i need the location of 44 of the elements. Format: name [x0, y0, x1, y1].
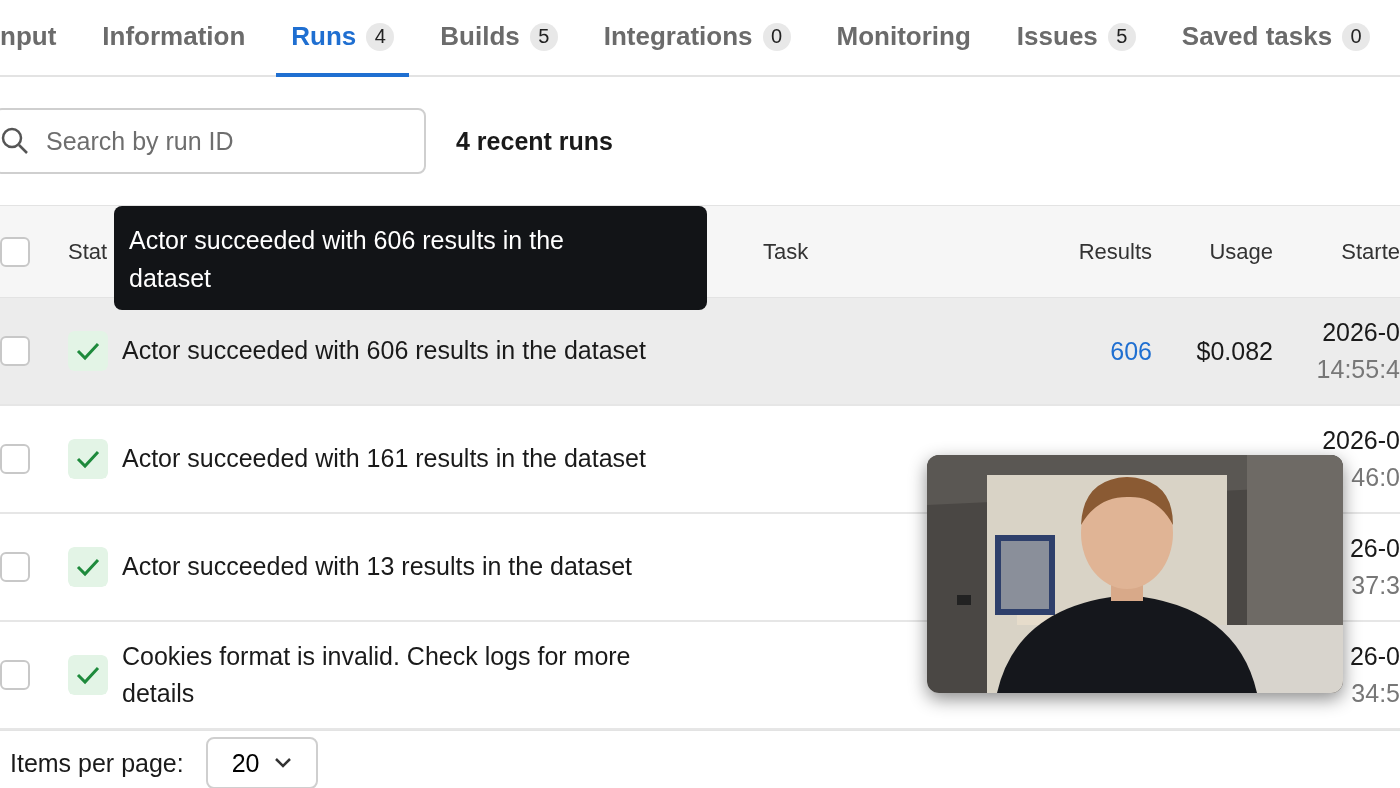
checkbox[interactable] — [0, 336, 30, 366]
run-count: 4 recent runs — [456, 126, 613, 156]
results-link[interactable]: 606 — [1110, 336, 1152, 365]
usage-cost: $0.082 — [1196, 336, 1273, 365]
status-message: Actor succeeded with 161 results in the dataset — [122, 443, 646, 475]
search-field[interactable]: Search by run ID — [0, 108, 426, 174]
page-size-dropdown[interactable]: 20 — [205, 737, 318, 788]
checkbox[interactable] — [0, 444, 30, 474]
count-badge: 5 — [529, 22, 558, 51]
count-badge: 5 — [1107, 22, 1136, 51]
checkbox[interactable] — [0, 660, 30, 690]
tab[interactable]: nput — [0, 0, 72, 77]
start-time: 14:55:4 — [1316, 354, 1400, 385]
search-icon — [1, 127, 29, 155]
count-badge: 0 — [1342, 22, 1371, 51]
tab[interactable]: Integrations 0 — [588, 0, 806, 77]
start-date: 2026-0 — [1322, 424, 1400, 456]
checkbox[interactable] — [0, 552, 30, 582]
start-time: 37:3 — [1351, 570, 1400, 601]
column-header: Starte — [1341, 238, 1400, 265]
column-header: Usage — [1209, 238, 1273, 265]
start-time: 34:5 — [1351, 678, 1400, 709]
start-time: 46:0 — [1351, 462, 1400, 493]
tab[interactable]: Builds 5 — [425, 0, 573, 77]
tooltip: Actor succeeded with 606 results in the dataset — [114, 206, 707, 310]
tab[interactable]: Issues 5 — [1001, 0, 1151, 77]
tab[interactable]: Saved tasks 0 — [1166, 0, 1386, 77]
status-message: Cookies format is invalid. Check logs for more details — [122, 640, 632, 709]
start-date: 2026-0 — [1322, 316, 1400, 348]
items-per-page-label: Items per page: — [10, 748, 184, 778]
count-badge: 0 — [762, 22, 791, 51]
column-header: Results — [1078, 238, 1152, 265]
column-header: Stat — [68, 238, 108, 265]
tab[interactable]: Information — [87, 0, 261, 77]
start-date: 26-0 — [1349, 532, 1400, 564]
tab[interactable]: Runs 4 — [276, 0, 410, 77]
caret-icon — [273, 757, 292, 769]
start-date: 26-0 — [1349, 640, 1400, 672]
tab[interactable]: Monitoring — [821, 0, 986, 77]
count-badge: 4 — [366, 22, 395, 51]
status-message: Actor succeeded with 606 results in the dataset — [122, 335, 646, 367]
checkbox[interactable] — [0, 236, 30, 267]
column-header: Task — [763, 238, 809, 265]
status-message: Actor succeeded with 13 results in the dataset — [122, 551, 632, 583]
